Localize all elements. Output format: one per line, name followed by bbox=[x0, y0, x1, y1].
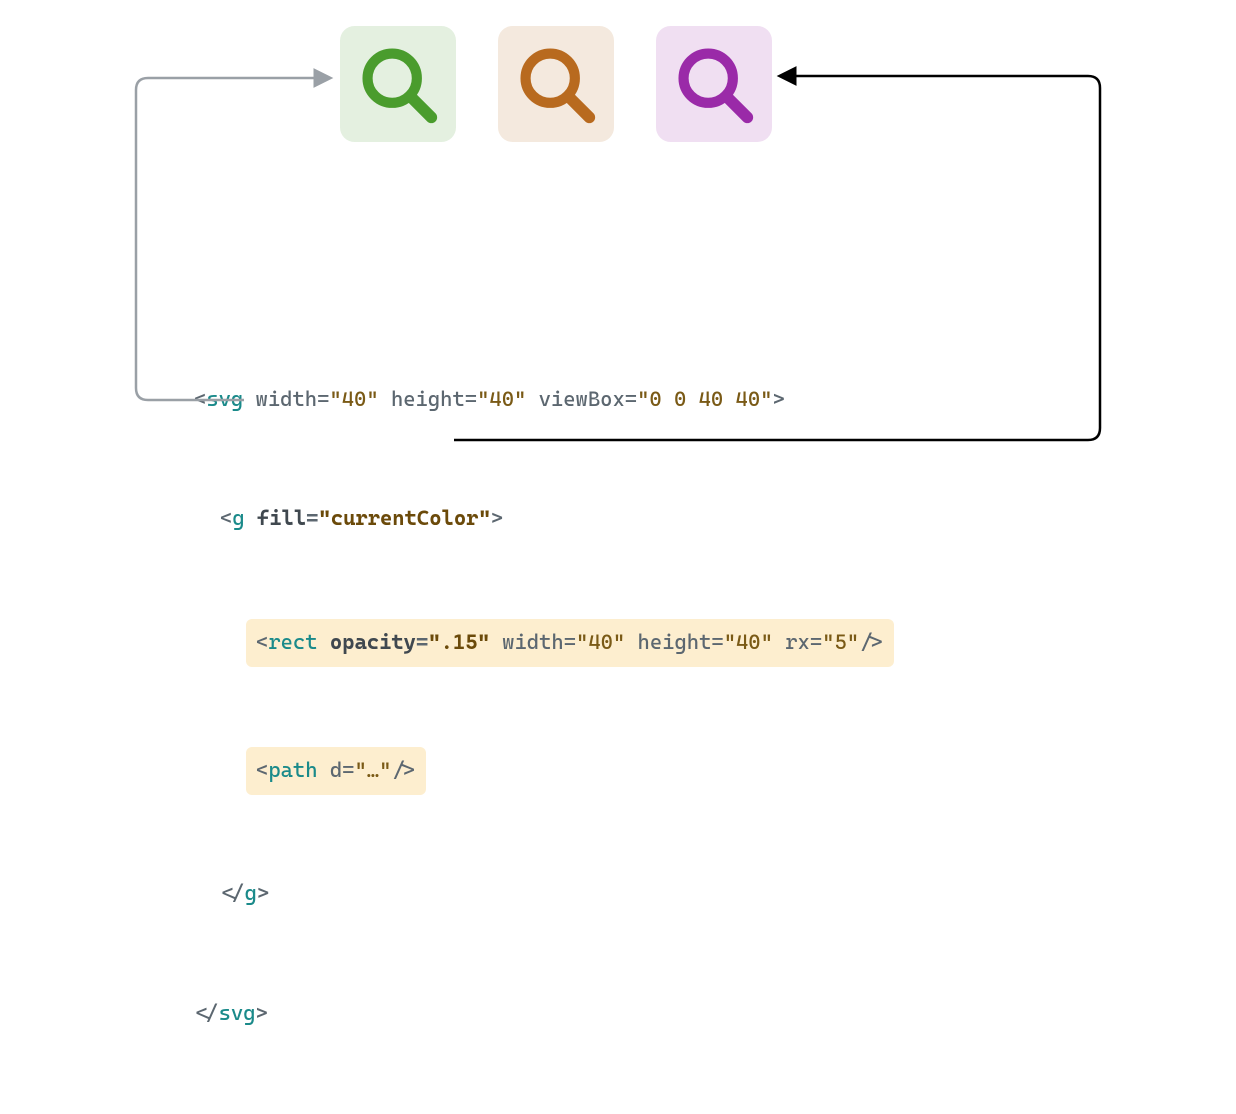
code-block: <svg width="40" height="40" viewBox="0 0… bbox=[194, 300, 894, 1114]
code-line-svg-close: </svg> bbox=[194, 994, 894, 1034]
code-line-svg-open: <svg width="40" height="40" viewBox="0 0… bbox=[194, 380, 894, 420]
icon-box-green bbox=[340, 26, 456, 142]
code-line-rect: <rect opacity=".15" width="40" height="4… bbox=[194, 619, 894, 667]
icon-box-purple bbox=[656, 26, 772, 142]
icon-row bbox=[340, 26, 772, 142]
code-line-g-open: <g fill="currentColor"> bbox=[194, 499, 894, 539]
icon-box-brown bbox=[498, 26, 614, 142]
code-line-g-close: </g> bbox=[194, 874, 894, 914]
code-line-path: <path d="…"/> bbox=[194, 747, 894, 795]
